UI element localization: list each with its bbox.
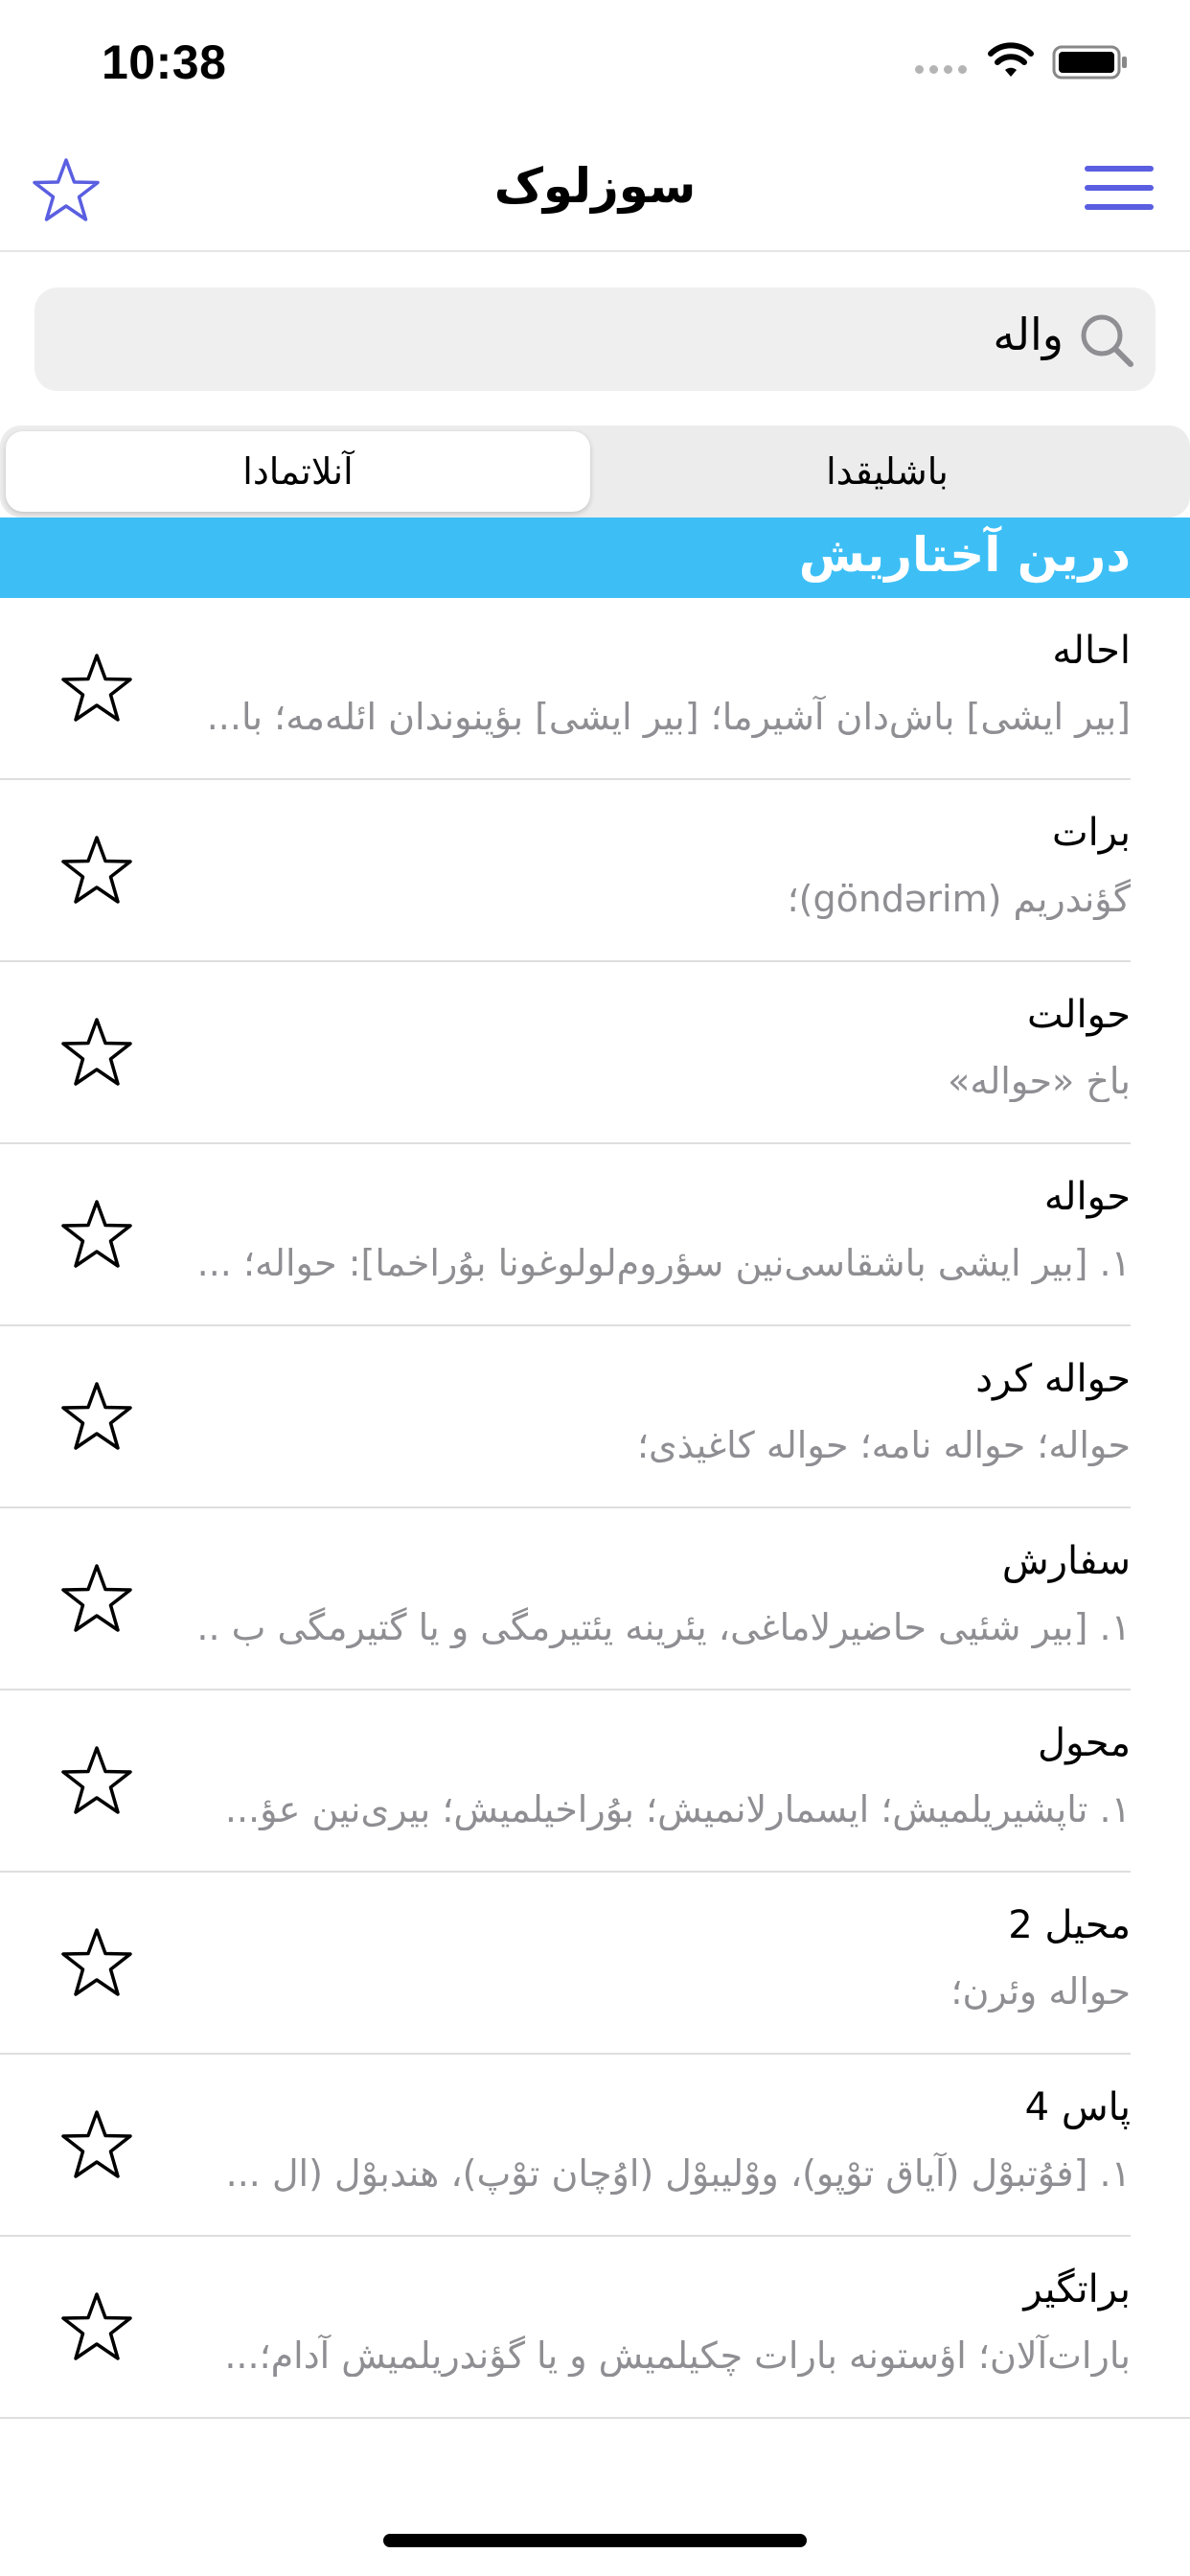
entry-word: محول	[1038, 1721, 1131, 1765]
navigation-bar: سوزلوک	[0, 129, 1190, 252]
list-item[interactable]: سفارش ١. [بیر شئیی حاضیرلاماغی، یئرینه ی…	[0, 1508, 1190, 1690]
star-icon[interactable]	[59, 1562, 134, 1635]
list-item[interactable]: براتگیر بارات‌آلان؛ اؤستونه بارات چکیلمی…	[0, 2237, 1190, 2419]
star-icon[interactable]	[59, 1744, 134, 1817]
star-icon[interactable]	[59, 834, 134, 907]
search-query: واله	[993, 309, 1064, 360]
search-icon	[1081, 314, 1133, 367]
star-icon[interactable]	[59, 2108, 134, 2181]
list-item[interactable]: محول ١. تاپشیریلمیش؛ ایسمارلانمیش؛ بوُرا…	[0, 1690, 1190, 1873]
entry-word: محیل 2	[1008, 1903, 1131, 1947]
results-list: احاله [بیر ایشی] باش‌دان آشیرما؛ [بیر ای…	[0, 598, 1190, 2419]
star-icon[interactable]	[59, 652, 134, 724]
star-icon[interactable]	[59, 1926, 134, 1999]
entry-definition: ١. [فوُتبوْل (آیاق توْپو)، ووْلیبوْل (او…	[225, 2152, 1131, 2195]
home-indicator[interactable]	[383, 2534, 807, 2547]
segment-contains[interactable]: آنلاتمادا	[6, 431, 590, 512]
list-item[interactable]: حوالت باخ «حواله»	[0, 962, 1190, 1144]
entry-definition: ١. تاپشیریلمیش؛ ایسمارلانمیش؛ بوُراخیلمی…	[224, 1788, 1131, 1830]
entry-definition: باخ «حواله»	[948, 1060, 1131, 1102]
section-title: درین آختاریش	[798, 527, 1131, 583]
list-item[interactable]: برات گؤندریم (göndərim)؛	[0, 780, 1190, 962]
star-icon[interactable]	[59, 1198, 134, 1271]
list-item[interactable]: حواله کرد حواله؛ حواله نامه؛ حواله کاغیذ…	[0, 1326, 1190, 1508]
star-icon[interactable]	[59, 2290, 134, 2363]
page-title: سوزلوک	[493, 158, 697, 214]
wifi-icon	[988, 42, 1034, 77]
list-item[interactable]: محیل 2 حواله وئرن؛	[0, 1873, 1190, 2055]
cellular-signal-icon	[915, 65, 967, 74]
status-time: 10:38	[102, 35, 227, 89]
list-item[interactable]: پاس 4 ١. [فوُتبوْل (آیاق توْپو)، ووْلیبو…	[0, 2055, 1190, 2237]
list-item[interactable]: حواله ١. [بیر ایشی باشقاسی‌نین سؤروم‌لول…	[0, 1144, 1190, 1326]
section-header: درین آختاریش	[0, 518, 1190, 598]
entry-definition: حواله وئرن؛	[950, 1970, 1131, 2012]
entry-word: حواله کرد	[975, 1357, 1131, 1401]
star-icon[interactable]	[59, 1016, 134, 1089]
search-mode-segmented-control: آنلاتمادا باشلیقدا	[0, 426, 1190, 518]
hamburger-menu-icon[interactable]	[1085, 166, 1154, 216]
entry-word: براتگیر	[1023, 2267, 1131, 2312]
star-icon[interactable]	[59, 1380, 134, 1453]
entry-word: سفارش	[1001, 1539, 1131, 1583]
entry-word: احاله	[1052, 629, 1131, 673]
status-bar: 10:38	[0, 0, 1190, 129]
entry-word: حوالت	[1027, 993, 1131, 1037]
entry-definition: ١. [بیر شئیی حاضیرلاماغی، یئرینه یئتیرمگ…	[196, 1606, 1131, 1648]
entry-definition: ١. [بیر ایشی باشقاسی‌نین سؤروم‌لولوغونا …	[196, 1242, 1131, 1284]
entry-word: حواله	[1043, 1175, 1131, 1219]
entry-definition: حواله؛ حواله نامه؛ حواله کاغیذی؛	[636, 1424, 1131, 1466]
entry-definition: [بیر ایشی] باش‌دان آشیرما؛ [بیر ایشی] بؤ…	[206, 696, 1131, 738]
entry-word: پاس 4	[1024, 2085, 1131, 2129]
row-divider	[0, 2417, 1190, 2419]
segment-starts-with[interactable]: باشلیقدا	[590, 431, 1184, 512]
entry-word: برات	[1052, 811, 1131, 855]
search-input[interactable]: واله	[34, 288, 1156, 391]
entry-definition: بارات‌آلان؛ اؤستونه بارات چکیلمیش و یا گ…	[224, 2334, 1131, 2377]
battery-icon	[1052, 45, 1127, 80]
entry-definition: گؤندریم (göndərim)؛	[787, 878, 1131, 920]
list-item[interactable]: احاله [بیر ایشی] باش‌دان آشیرما؛ [بیر ای…	[0, 598, 1190, 780]
